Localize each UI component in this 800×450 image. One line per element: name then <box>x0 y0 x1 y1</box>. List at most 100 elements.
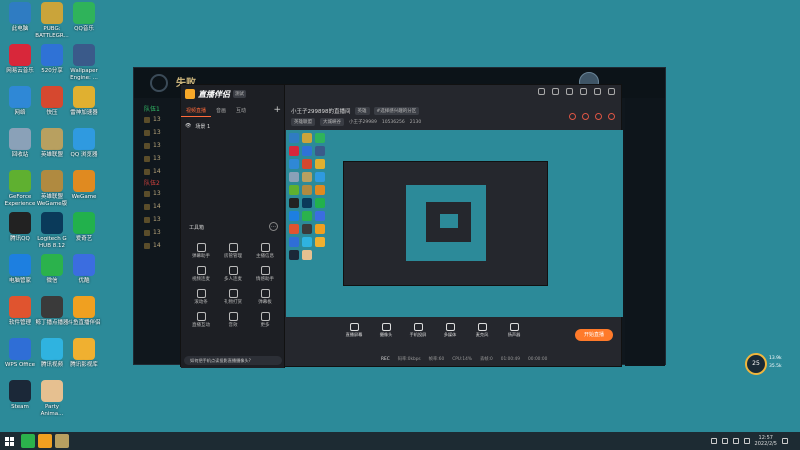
tab-video[interactable]: 视频直播 <box>181 105 212 117</box>
stream-app-window[interactable]: 直播伴侣 测试 视频直播 音画 互动 + 👁 场景 1 工具箱 … 弹幕助手 房管… <box>180 84 623 368</box>
desktop-icon[interactable]: QQ音乐 <box>66 2 102 33</box>
message-icon[interactable] <box>552 88 559 95</box>
desktop-icon[interactable]: 电脑管家 <box>2 254 38 285</box>
desktop-icon[interactable]: 520分享 <box>34 44 70 75</box>
help-notice[interactable]: 如何把手机点读投影直播摄像头? <box>184 356 282 365</box>
desktop-icon[interactable]: WeGame <box>66 170 102 201</box>
start-stream-button[interactable]: 开始直播 <box>575 329 613 341</box>
preview-nested-window <box>343 161 548 286</box>
desktop-icon[interactable]: QQ 浏览器 <box>66 128 102 159</box>
tool-item[interactable]: 房管管理 <box>217 243 249 262</box>
close-icon[interactable] <box>608 88 615 95</box>
desktop-icon-label: QQ 浏览器 <box>70 152 98 158</box>
tray-volume-icon[interactable] <box>732 438 739 444</box>
gift-icon[interactable] <box>569 113 576 120</box>
room-tag[interactable]: 英雄 <box>354 107 370 115</box>
preview-icon <box>289 172 299 182</box>
desktop-icon[interactable]: 鲸丁播点播器 <box>34 296 70 327</box>
scene-item[interactable]: 👁 场景 1 <box>185 121 281 131</box>
room-title[interactable]: 小王子299898的直播间 <box>291 107 351 115</box>
tool-item[interactable]: 礼物打赏 <box>217 289 249 308</box>
taskbar-stream-icon[interactable] <box>38 434 52 448</box>
desktop-icon-label: 优酷 <box>78 278 90 284</box>
game-chat-panel <box>625 98 665 366</box>
tool-item[interactable]: 多人连麦 <box>217 266 249 285</box>
settings-icon[interactable] <box>580 88 587 95</box>
stream-preview[interactable] <box>286 130 623 317</box>
tab-audio[interactable]: 音画 <box>211 105 231 117</box>
desktop-icon[interactable]: 雷神加速器 <box>66 86 102 117</box>
screen-icon[interactable] <box>566 88 573 95</box>
desktop-icon[interactable]: 此电脑 <box>2 2 38 33</box>
source-button[interactable]: 扬声器 <box>504 321 524 345</box>
preview-icon <box>302 185 312 195</box>
desktop-icon-label: 网易云音乐 <box>6 68 34 74</box>
room-category[interactable]: 英雄联盟 <box>291 118 315 126</box>
tool-item[interactable]: 弹幕板 <box>249 289 281 308</box>
desktop-icon[interactable]: 腾讯视频 <box>34 338 70 369</box>
tray-chevron-icon[interactable] <box>710 438 717 444</box>
desktop-icon-label: Wallpaper Engine: ... <box>70 68 98 81</box>
desktop-icon[interactable]: 英雄联盟 <box>34 128 70 159</box>
tab-interact[interactable]: 互动 <box>231 105 251 117</box>
desktop-icon[interactable]: PUBG: BATTLEGR... <box>34 2 70 39</box>
taskbar-game-icon[interactable] <box>55 434 69 448</box>
desktop-icon[interactable]: 英雄联盟 WeGame版 <box>34 170 70 207</box>
source-button[interactable]: 直播屏幕 <box>344 321 364 345</box>
tool-item[interactable]: 主播信息 <box>249 243 281 262</box>
desktop-icon[interactable]: 软件管理 <box>2 296 38 327</box>
tray-ime-icon[interactable] <box>743 438 750 444</box>
tool-item[interactable]: 弹幕助手 <box>185 243 217 262</box>
desktop-icon[interactable]: Steam <box>2 380 38 411</box>
tool-item[interactable]: 直播互动 <box>185 312 217 331</box>
desktop-icon[interactable]: 快压 <box>34 86 70 117</box>
desktop-icon[interactable]: 腾讯QQ <box>2 212 38 243</box>
preview-icon <box>315 172 325 182</box>
desktop-icon[interactable]: 爱奇艺 <box>66 212 102 243</box>
notification-icon[interactable] <box>782 438 788 444</box>
tray-network-icon[interactable] <box>721 438 728 444</box>
desktop-icon[interactable]: 腾讯影视库 <box>66 338 102 369</box>
add-scene-button[interactable]: + <box>269 105 285 117</box>
tool-item[interactable]: 视频连麦 <box>185 266 217 285</box>
source-button[interactable]: 手机投屏 <box>408 321 428 345</box>
desktop-icon[interactable]: GeForce Experience <box>2 170 38 207</box>
scene-label: 场景 1 <box>195 123 211 130</box>
room-tag-category[interactable]: #选择感兴趣的分区 <box>373 107 420 115</box>
tools-more-button[interactable]: … <box>269 222 278 231</box>
user-avatar-icon[interactable] <box>538 88 545 95</box>
source-button[interactable]: 摄像头 <box>376 321 396 345</box>
share-icon[interactable] <box>582 113 589 120</box>
tool-item[interactable]: 音效 <box>217 312 249 331</box>
desktop-icon[interactable]: Wallpaper Engine: ... <box>66 44 102 81</box>
source-icon <box>477 323 487 331</box>
clock[interactable]: 12:57 2022/2/5 <box>755 435 777 447</box>
bitrate: 码率:0kbps <box>397 357 421 362</box>
desktop-icon[interactable]: 优酷 <box>66 254 102 285</box>
desktop-icon-label: 此电脑 <box>11 26 29 32</box>
desktop-icon[interactable]: 网络 <box>2 86 38 117</box>
start-button[interactable] <box>0 432 18 450</box>
desktop-icon[interactable]: 回收站 <box>2 128 38 159</box>
desktop-icon[interactable]: Logitech G HUB 8.12 <box>34 212 70 249</box>
eye-icon[interactable]: 👁 <box>185 123 191 129</box>
source-button[interactable]: 多媒体 <box>440 321 460 345</box>
desktop-icon[interactable]: 网易云音乐 <box>2 44 38 75</box>
bell-icon[interactable] <box>595 113 602 120</box>
desktop-icon[interactable]: WPS Office <box>2 338 38 369</box>
tool-item[interactable]: 更多 <box>249 312 281 331</box>
net-monitor[interactable]: 25 13.9k 35.5k <box>745 353 795 375</box>
source-button[interactable]: 麦克风 <box>472 321 492 345</box>
minimize-icon[interactable] <box>594 88 601 95</box>
taskbar-wechat-icon[interactable] <box>21 434 35 448</box>
desktop-icon[interactable]: Party Anima... <box>34 380 70 417</box>
tool-item[interactable]: 情感助手 <box>249 266 281 285</box>
room-subcategory[interactable]: 大城峡谷 <box>320 118 344 126</box>
logo-icon <box>185 89 195 99</box>
desktop-icon[interactable]: 微信 <box>34 254 70 285</box>
app-icon <box>41 2 63 24</box>
tool-item[interactable]: 滚动条 <box>185 289 217 308</box>
upload-speed: 13.9k <box>769 356 782 361</box>
desktop-icon[interactable]: 斗鱼直播伴侣 <box>66 296 102 327</box>
more-icon[interactable] <box>608 113 615 120</box>
